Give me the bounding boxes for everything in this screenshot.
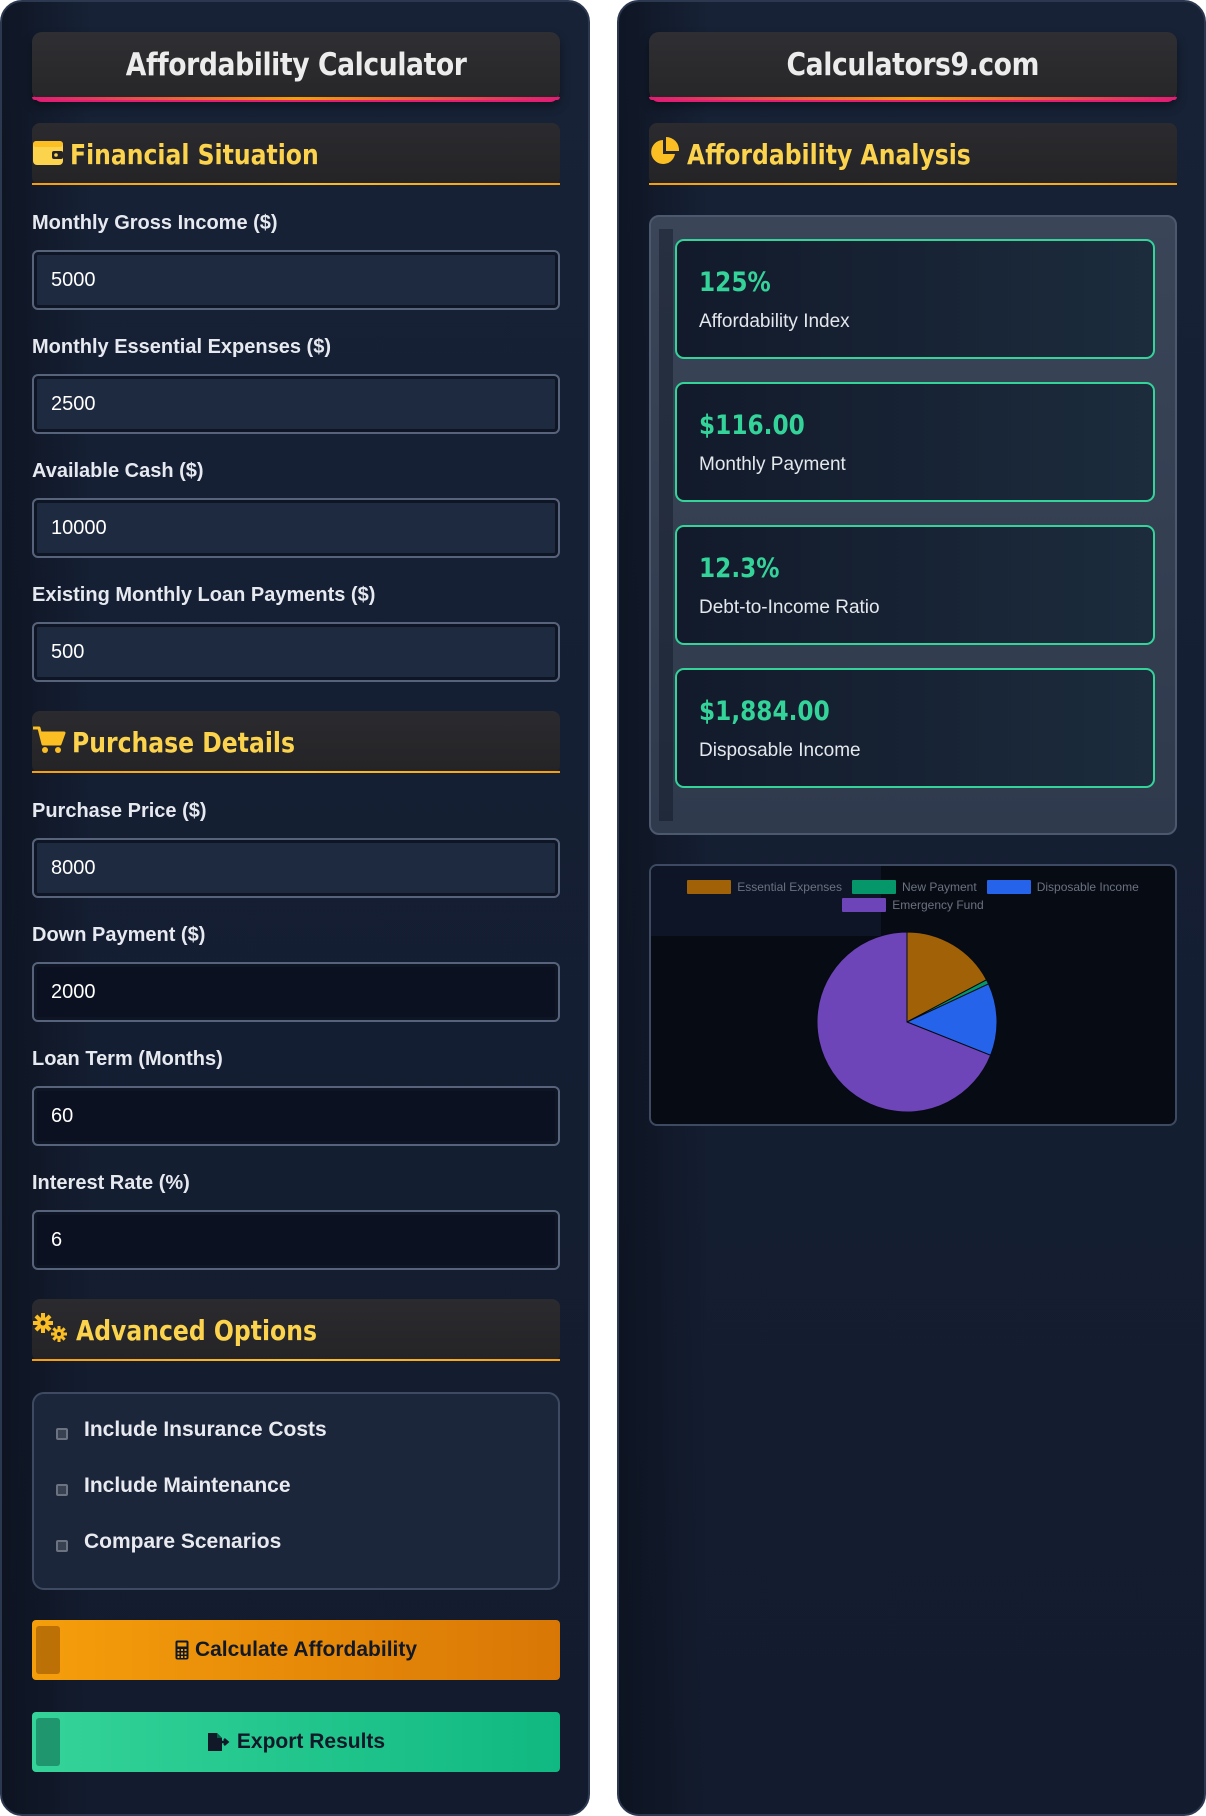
- metric-label: Disposable Income: [699, 740, 861, 761]
- loan-term-input[interactable]: [32, 1086, 560, 1146]
- include-insurance-checkbox[interactable]: [56, 1428, 68, 1440]
- section-affordability-analysis: Affordability Analysis: [649, 123, 1177, 185]
- budget-pie-chart: Essential Expenses New Payment Disposable …: [649, 864, 1177, 1126]
- compare-scenarios-checkbox[interactable]: [56, 1540, 68, 1552]
- monthly-essential-expenses-input[interactable]: [32, 374, 560, 434]
- metric-value: $1,884.00: [699, 696, 830, 727]
- field-label-interest-rate: Interest Rate (%): [32, 1172, 190, 1194]
- purchase-price-input[interactable]: [32, 838, 560, 898]
- section-advanced-options: Advanced Options: [32, 1299, 560, 1361]
- button-accent-bar: [36, 1626, 60, 1674]
- metric-value: $116.00: [699, 410, 805, 441]
- section-title: Financial Situation: [70, 137, 319, 171]
- advanced-options-box: Include Insurance Costs Include Maintena…: [32, 1392, 560, 1590]
- existing-loan-payments-input[interactable]: [32, 622, 560, 682]
- metric-affordability-index: 125% Affordability Index: [675, 239, 1155, 359]
- option-include-maintenance[interactable]: Include Maintenance: [56, 1474, 291, 1498]
- section-underline: [32, 183, 560, 185]
- metric-disposable-income: $1,884.00 Disposable Income: [675, 668, 1155, 788]
- field-label-loan-term: Loan Term (Months): [32, 1048, 223, 1070]
- metric-value: 12.3%: [699, 553, 780, 584]
- pie-chart-icon: [649, 136, 681, 173]
- option-include-insurance[interactable]: Include Insurance Costs: [56, 1418, 327, 1442]
- metric-label: Debt-to-Income Ratio: [699, 597, 880, 618]
- section-financial-situation: Financial Situation: [32, 123, 560, 185]
- calculator-title-box: Affordability Calculator: [32, 32, 560, 100]
- file-export-icon: [207, 1732, 231, 1752]
- down-payment-input[interactable]: [32, 962, 560, 1022]
- results-edge: [659, 229, 673, 821]
- page-title: Affordability Calculator: [125, 46, 467, 83]
- available-cash-input[interactable]: [32, 498, 560, 558]
- button-accent-bar: [36, 1718, 60, 1766]
- calculator-panel: Affordability Calculator Financial Situa…: [0, 0, 590, 1816]
- metric-value: 125%: [699, 267, 771, 298]
- title-underline: [32, 97, 560, 100]
- calculator-icon: [175, 1640, 189, 1660]
- field-label-down-payment: Down Payment ($): [32, 924, 206, 946]
- pie-chart-svg: [816, 931, 998, 1113]
- field-label-monthly-essential-expenses: Monthly Essential Expenses ($): [32, 336, 331, 358]
- field-label-monthly-gross-income: Monthly Gross Income ($): [32, 212, 278, 234]
- wallet-icon: [32, 138, 64, 171]
- calculate-button-label: Calculate Affordability: [194, 1638, 418, 1661]
- interest-rate-input[interactable]: [32, 1210, 560, 1270]
- site-title: Calculators9.com: [786, 46, 1040, 83]
- metric-label: Affordability Index: [699, 311, 850, 332]
- include-maintenance-checkbox[interactable]: [56, 1484, 68, 1496]
- field-label-existing-loan-payments: Existing Monthly Loan Payments ($): [32, 584, 376, 606]
- export-button-label: Export Results: [236, 1730, 386, 1753]
- title-underline: [649, 97, 1177, 100]
- section-underline: [649, 183, 1177, 185]
- section-underline: [32, 1359, 560, 1361]
- section-title: Purchase Details: [72, 725, 295, 759]
- shopping-cart-icon: [32, 725, 66, 760]
- gears-icon: [32, 1312, 70, 1349]
- section-underline: [32, 771, 560, 773]
- metric-label: Monthly Payment: [699, 454, 846, 475]
- metric-monthly-payment: $116.00 Monthly Payment: [675, 382, 1155, 502]
- field-label-purchase-price: Purchase Price ($): [32, 800, 207, 822]
- field-label-available-cash: Available Cash ($): [32, 460, 204, 482]
- site-title-box: Calculators9.com: [649, 32, 1177, 100]
- option-compare-scenarios[interactable]: Compare Scenarios: [56, 1530, 281, 1554]
- results-summary: 125% Affordability Index $116.00 Monthly…: [649, 215, 1177, 835]
- export-results-button[interactable]: Export Results: [32, 1712, 560, 1772]
- metric-debt-to-income: 12.3% Debt-to-Income Ratio: [675, 525, 1155, 645]
- section-purchase-details: Purchase Details: [32, 711, 560, 773]
- results-panel: Calculators9.com Affordability Analysis …: [617, 0, 1206, 1816]
- option-label: Compare Scenarios: [84, 1530, 282, 1553]
- section-title: Affordability Analysis: [687, 137, 971, 171]
- section-title: Advanced Options: [76, 1313, 317, 1347]
- calculate-affordability-button[interactable]: Calculate Affordability: [32, 1620, 560, 1680]
- option-label: Include Insurance Costs: [84, 1418, 327, 1441]
- monthly-gross-income-input[interactable]: [32, 250, 560, 310]
- option-label: Include Maintenance: [84, 1474, 291, 1497]
